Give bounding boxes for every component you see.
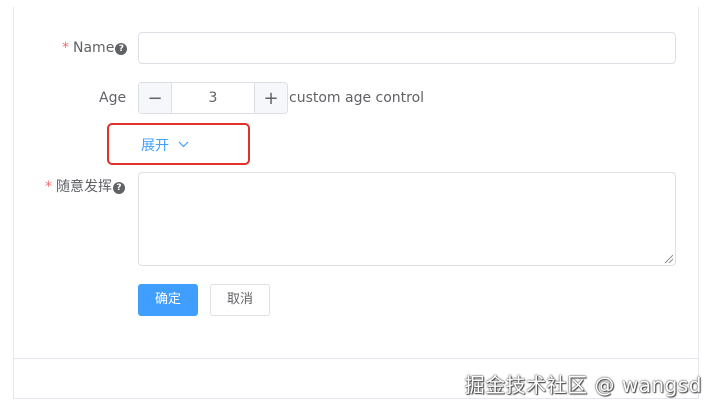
increment-button[interactable]: + (254, 83, 287, 113)
name-label: * Name? (62, 38, 128, 58)
cancel-button[interactable]: 取消 (210, 284, 270, 316)
expand-toggle[interactable]: 展开 (141, 136, 189, 157)
age-value[interactable]: 3 (172, 83, 254, 113)
name-label-text: Name (73, 40, 115, 56)
resize-handle-icon[interactable] (665, 255, 673, 263)
help-icon[interactable]: ? (115, 43, 128, 55)
panel-divider (13, 358, 699, 359)
free-text-label-text: 随意发挥 (56, 179, 112, 195)
required-mark: * (45, 179, 52, 195)
age-extra-text: custom age control (289, 90, 425, 106)
name-input[interactable] (138, 32, 676, 64)
confirm-button[interactable]: 确定 (138, 284, 198, 316)
chevron-down-icon[interactable] (174, 140, 189, 153)
age-label: Age (99, 90, 127, 106)
free-textarea[interactable] (138, 172, 676, 266)
required-mark: * (62, 40, 69, 56)
decrement-button[interactable]: − (139, 83, 172, 113)
watermark-text: 掘金技术社区 @ wangsd (464, 373, 702, 397)
expand-label[interactable]: 展开 (141, 138, 169, 154)
free-text-label: * 随意发挥? (45, 177, 125, 197)
age-stepper[interactable]: − 3 + (138, 82, 288, 114)
help-icon[interactable]: ? (113, 182, 125, 194)
